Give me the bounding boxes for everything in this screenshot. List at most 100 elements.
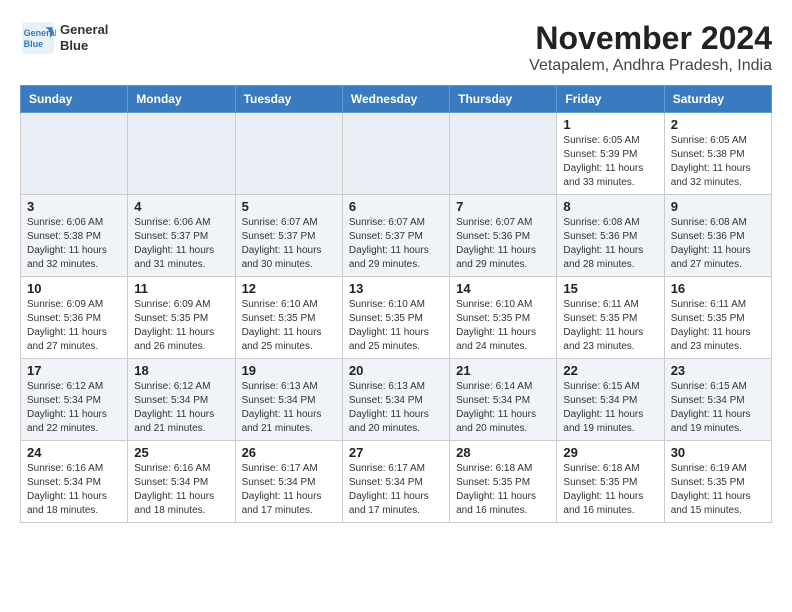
calendar-cell: 29Sunrise: 6:18 AM Sunset: 5:35 PM Dayli… <box>557 441 664 523</box>
day-number: 21 <box>456 363 550 378</box>
day-info: Sunrise: 6:19 AM Sunset: 5:35 PM Dayligh… <box>671 462 765 518</box>
day-info: Sunrise: 6:05 AM Sunset: 5:38 PM Dayligh… <box>671 134 765 190</box>
day-info: Sunrise: 6:08 AM Sunset: 5:36 PM Dayligh… <box>563 216 657 272</box>
weekday-header-wednesday: Wednesday <box>342 86 449 113</box>
day-info: Sunrise: 6:17 AM Sunset: 5:34 PM Dayligh… <box>349 462 443 518</box>
day-info: Sunrise: 6:07 AM Sunset: 5:37 PM Dayligh… <box>242 216 336 272</box>
weekday-header-tuesday: Tuesday <box>235 86 342 113</box>
calendar-cell: 3 Sunrise: 6:06 AM Sunset: 5:38 PM Daylig… <box>21 195 128 277</box>
weekday-header-thursday: Thursday <box>450 86 557 113</box>
day-info: Sunrise: 6:18 AM Sunset: 5:35 PM Dayligh… <box>456 462 550 518</box>
day-info: Sunrise: 6:16 AM Sunset: 5:34 PM Dayligh… <box>134 462 228 518</box>
day-number: 30 <box>671 445 765 460</box>
logo: General Blue General Blue <box>20 20 108 56</box>
calendar-cell: 10Sunrise: 6:09 AM Sunset: 5:36 PM Dayli… <box>21 277 128 359</box>
day-info: Sunrise: 6:14 AM Sunset: 5:34 PM Dayligh… <box>456 380 550 436</box>
calendar-table: SundayMondayTuesdayWednesdayThursdayFrid… <box>20 85 772 523</box>
day-number: 12 <box>242 281 336 296</box>
svg-text:Blue: Blue <box>24 39 44 49</box>
weekday-header-friday: Friday <box>557 86 664 113</box>
title-section: November 2024 Vetapalem, Andhra Pradesh,… <box>529 20 772 75</box>
day-info: Sunrise: 6:13 AM Sunset: 5:34 PM Dayligh… <box>349 380 443 436</box>
day-info: Sunrise: 6:05 AM Sunset: 5:39 PM Dayligh… <box>563 134 657 190</box>
day-info: Sunrise: 6:08 AM Sunset: 5:36 PM Dayligh… <box>671 216 765 272</box>
calendar-cell: 28 Sunrise: 6:18 AM Sunset: 5:35 PM Dayli… <box>450 441 557 523</box>
calendar-cell: 16 Sunrise: 6:11 AM Sunset: 5:35 PM Dayli… <box>664 277 771 359</box>
week-row-1: 1 Sunrise: 6:05 AM Sunset: 5:39 PM Daylig… <box>21 113 772 195</box>
day-number: 28 <box>456 445 550 460</box>
calendar-cell: 7 Sunrise: 6:07 AM Sunset: 5:36 PM Daylig… <box>450 195 557 277</box>
day-number: 15 <box>563 281 657 296</box>
logo-text-line2: Blue <box>60 38 108 54</box>
calendar-cell: 15 Sunrise: 6:11 AM Sunset: 5:35 PM Dayli… <box>557 277 664 359</box>
week-row-4: 17Sunrise: 6:12 AM Sunset: 5:34 PM Dayli… <box>21 359 772 441</box>
calendar-cell: 26 Sunrise: 6:17 AM Sunset: 5:34 PM Dayli… <box>235 441 342 523</box>
day-number: 8 <box>563 199 657 214</box>
calendar-cell: 9 Sunrise: 6:08 AM Sunset: 5:36 PM Daylig… <box>664 195 771 277</box>
day-number: 25 <box>134 445 228 460</box>
logo-text-line1: General <box>60 22 108 38</box>
day-number: 2 <box>671 117 765 132</box>
day-number: 29 <box>563 445 657 460</box>
day-number: 7 <box>456 199 550 214</box>
day-number: 5 <box>242 199 336 214</box>
day-number: 14 <box>456 281 550 296</box>
calendar-cell: 22Sunrise: 6:15 AM Sunset: 5:34 PM Dayli… <box>557 359 664 441</box>
day-info: Sunrise: 6:11 AM Sunset: 5:35 PM Dayligh… <box>671 298 765 354</box>
day-info: Sunrise: 6:15 AM Sunset: 5:34 PM Dayligh… <box>671 380 765 436</box>
header: General Blue General Blue November 2024 … <box>20 20 772 75</box>
day-number: 6 <box>349 199 443 214</box>
day-info: Sunrise: 6:17 AM Sunset: 5:34 PM Dayligh… <box>242 462 336 518</box>
day-info: Sunrise: 6:13 AM Sunset: 5:34 PM Dayligh… <box>242 380 336 436</box>
day-info: Sunrise: 6:10 AM Sunset: 5:35 PM Dayligh… <box>456 298 550 354</box>
calendar-cell: 5 Sunrise: 6:07 AM Sunset: 5:37 PM Daylig… <box>235 195 342 277</box>
calendar-cell: 19 Sunrise: 6:13 AM Sunset: 5:34 PM Dayli… <box>235 359 342 441</box>
main-title: November 2024 <box>529 20 772 57</box>
day-number: 1 <box>563 117 657 132</box>
weekday-header-row: SundayMondayTuesdayWednesdayThursdayFrid… <box>21 86 772 113</box>
day-info: Sunrise: 6:11 AM Sunset: 5:35 PM Dayligh… <box>563 298 657 354</box>
day-number: 9 <box>671 199 765 214</box>
day-number: 20 <box>349 363 443 378</box>
day-info: Sunrise: 6:07 AM Sunset: 5:36 PM Dayligh… <box>456 216 550 272</box>
day-info: Sunrise: 6:10 AM Sunset: 5:35 PM Dayligh… <box>349 298 443 354</box>
day-number: 16 <box>671 281 765 296</box>
calendar-cell: 20 Sunrise: 6:13 AM Sunset: 5:34 PM Dayli… <box>342 359 449 441</box>
subtitle: Vetapalem, Andhra Pradesh, India <box>529 57 772 75</box>
calendar-cell: 12Sunrise: 6:10 AM Sunset: 5:35 PM Dayli… <box>235 277 342 359</box>
day-info: Sunrise: 6:06 AM Sunset: 5:38 PM Dayligh… <box>27 216 121 272</box>
day-info: Sunrise: 6:09 AM Sunset: 5:35 PM Dayligh… <box>134 298 228 354</box>
calendar-cell: 24Sunrise: 6:16 AM Sunset: 5:34 PM Dayli… <box>21 441 128 523</box>
calendar-cell: 8 Sunrise: 6:08 AM Sunset: 5:36 PM Daylig… <box>557 195 664 277</box>
day-info: Sunrise: 6:12 AM Sunset: 5:34 PM Dayligh… <box>27 380 121 436</box>
weekday-header-saturday: Saturday <box>664 86 771 113</box>
day-number: 13 <box>349 281 443 296</box>
calendar-cell <box>128 113 235 195</box>
weekday-header-sunday: Sunday <box>21 86 128 113</box>
day-number: 23 <box>671 363 765 378</box>
calendar-cell <box>235 113 342 195</box>
calendar-cell <box>21 113 128 195</box>
day-info: Sunrise: 6:06 AM Sunset: 5:37 PM Dayligh… <box>134 216 228 272</box>
week-row-3: 10Sunrise: 6:09 AM Sunset: 5:36 PM Dayli… <box>21 277 772 359</box>
day-number: 27 <box>349 445 443 460</box>
calendar-cell: 2 Sunrise: 6:05 AM Sunset: 5:38 PM Daylig… <box>664 113 771 195</box>
calendar-cell: 6 Sunrise: 6:07 AM Sunset: 5:37 PM Daylig… <box>342 195 449 277</box>
day-number: 11 <box>134 281 228 296</box>
day-number: 26 <box>242 445 336 460</box>
calendar-cell: 18Sunrise: 6:12 AM Sunset: 5:34 PM Dayli… <box>128 359 235 441</box>
calendar-cell: 14 Sunrise: 6:10 AM Sunset: 5:35 PM Dayli… <box>450 277 557 359</box>
day-info: Sunrise: 6:07 AM Sunset: 5:37 PM Dayligh… <box>349 216 443 272</box>
calendar-cell: 17Sunrise: 6:12 AM Sunset: 5:34 PM Dayli… <box>21 359 128 441</box>
calendar-cell: 30 Sunrise: 6:19 AM Sunset: 5:35 PM Dayli… <box>664 441 771 523</box>
day-number: 3 <box>27 199 121 214</box>
week-row-5: 24 Sunrise: 6:16 AM Sunset: 5:34 PM Dayli… <box>21 441 772 523</box>
day-info: Sunrise: 6:09 AM Sunset: 5:36 PM Dayligh… <box>27 298 121 354</box>
calendar-cell: 27 Sunrise: 6:17 AM Sunset: 5:34 PM Dayli… <box>342 441 449 523</box>
day-number: 24 <box>27 445 121 460</box>
calendar-cell: 21 Sunrise: 6:14 AM Sunset: 5:34 PM Dayli… <box>450 359 557 441</box>
calendar-cell: 25 Sunrise: 6:16 AM Sunset: 5:34 PM Dayli… <box>128 441 235 523</box>
day-number: 18 <box>134 363 228 378</box>
calendar-cell: 11 Sunrise: 6:09 AM Sunset: 5:35 PM Dayli… <box>128 277 235 359</box>
day-number: 19 <box>242 363 336 378</box>
